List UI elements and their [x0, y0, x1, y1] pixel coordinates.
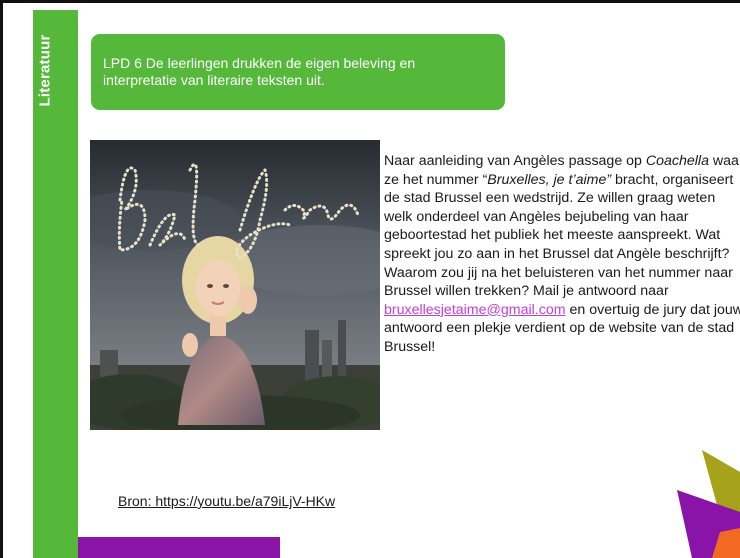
- album-cover-image: [90, 140, 380, 430]
- sidebar-label: Literatuur: [35, 10, 55, 130]
- album-cover-illustration: [90, 140, 380, 430]
- body-text-part3: bracht, organiseert de stad Brussel een …: [384, 171, 734, 300]
- decorative-logo-shapes: [677, 450, 740, 558]
- email-link[interactable]: bruxellesjetaime@gmail.com: [384, 302, 566, 318]
- top-border: [0, 0, 740, 3]
- slide: Literatuur LPD 6 De leerlingen drukken d…: [0, 0, 740, 558]
- source-link[interactable]: Bron: https://youtu.be/a79iLjV-HKw: [118, 493, 335, 509]
- objective-box: LPD 6 De leerlingen drukken de eigen bel…: [91, 34, 505, 110]
- assignment-text: Naar aanleiding van Angèles passage op C…: [384, 152, 740, 357]
- objective-text: LPD 6 De leerlingen drukken de eigen bel…: [103, 55, 416, 88]
- purple-footer-block: [78, 537, 280, 558]
- coachella-italic: Coachella: [645, 153, 709, 169]
- song-title-italic: Bruxelles, je t’aime”: [487, 171, 612, 188]
- body-text-part1: Naar aanleiding van Angèles passage op: [384, 153, 646, 169]
- sidebar-label-text: Literatuur: [36, 33, 54, 107]
- left-border: [0, 0, 3, 558]
